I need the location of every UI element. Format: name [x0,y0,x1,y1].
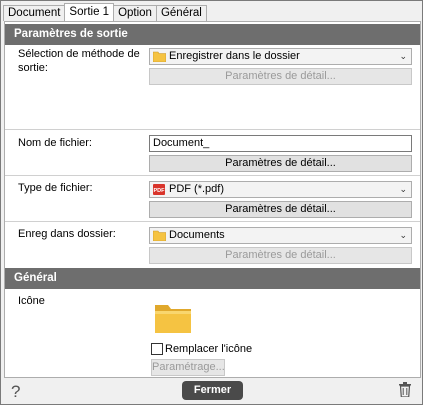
folder-details-button[interactable]: Paramètres de détail... [149,247,412,264]
svg-text:PDF: PDF [154,188,166,194]
chevron-down-icon: ⌄ [399,184,407,194]
trash-icon[interactable] [399,382,411,400]
replace-icon-label: Remplacer l'icône [165,343,253,355]
method-details-button[interactable]: Paramètres de détail... [149,68,412,85]
filetype-label: Type de fichier: [18,182,93,194]
method-select-value: Enregistrer dans le dossier [169,50,300,62]
replace-icon-checkbox[interactable] [151,343,163,355]
output-section-header: Paramètres de sortie [5,24,420,45]
tab-general[interactable]: Général [155,5,207,21]
tab-bar: Document Sortie 1 Option Général [3,3,207,21]
general-section-header: Général [5,268,420,289]
divider [5,175,420,176]
chevron-down-icon: ⌄ [399,230,407,240]
filetype-details-button[interactable]: Paramètres de détail... [149,201,412,218]
dialog-window: Document Sortie 1 Option Général Paramèt… [0,0,423,405]
divider [5,221,420,222]
replace-icon-option[interactable]: Remplacer l'icône [151,343,252,355]
pdf-icon: PDF [153,184,165,200]
filename-details-button[interactable]: Paramètres de détail... [149,155,412,172]
tab-option[interactable]: Option [113,5,157,21]
folder-icon [152,51,167,67]
folder-select-value: Documents [169,229,225,241]
folder-icon [152,230,167,246]
close-button[interactable]: Fermer [182,381,243,400]
large-folder-icon [154,302,192,337]
method-label: Sélection de méthode de sortie: [18,48,140,74]
filetype-select-value: PDF (*.pdf) [169,183,225,195]
icon-label: Icône [18,295,45,307]
filename-label: Nom de fichier: [18,137,92,149]
tab-sortie-1[interactable]: Sortie 1 [64,3,115,21]
folder-label: Enreg dans dossier: [18,228,116,240]
icon-settings-button[interactable]: Paramétrage... [151,359,225,376]
filename-input[interactable]: Document_ [149,135,412,152]
method-select[interactable]: Enregistrer dans le dossier ⌄ [149,48,412,65]
tab-panel: Paramètres de sortie Sélection de méthod… [4,21,421,378]
divider [5,129,420,130]
chevron-down-icon: ⌄ [399,51,407,61]
folder-select[interactable]: Documents ⌄ [149,227,412,244]
filetype-select[interactable]: PDF PDF (*.pdf) ⌄ [149,181,412,198]
help-icon[interactable]: ? [11,382,20,402]
tab-document[interactable]: Document [3,5,66,21]
